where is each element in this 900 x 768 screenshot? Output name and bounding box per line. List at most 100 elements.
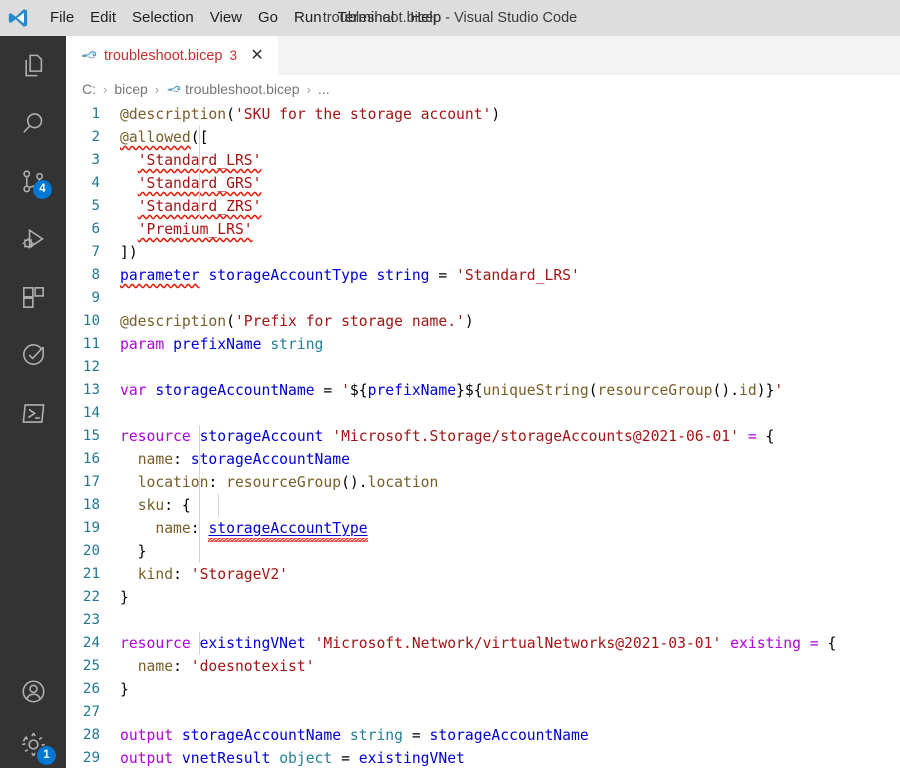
- code-line[interactable]: 16 name: storageAccountName: [66, 448, 900, 471]
- breadcrumb: C: › bicep › troubleshoot.bicep › ...: [66, 75, 900, 103]
- breadcrumb-item-drive[interactable]: C:: [80, 80, 98, 98]
- menu-edit[interactable]: Edit: [82, 6, 124, 30]
- code-line-text[interactable]: kind: 'StorageV2': [120, 563, 288, 586]
- activity-item-manage-settings[interactable]: 1: [0, 720, 66, 768]
- breadcrumb-item-symbol-ellipsis[interactable]: ...: [316, 80, 332, 98]
- code-line[interactable]: 12: [66, 356, 900, 379]
- code-line[interactable]: 27: [66, 701, 900, 724]
- breadcrumb-item-file[interactable]: troubleshoot.bicep: [164, 80, 301, 98]
- code-line-text[interactable]: 'Standard_ZRS': [120, 195, 261, 218]
- code-line-text[interactable]: }: [120, 540, 147, 563]
- code-line[interactable]: 11param prefixName string: [66, 333, 900, 356]
- code-token: existingVNet: [200, 635, 306, 652]
- code-token: }: [120, 681, 129, 698]
- code-token: 'Microsoft.Storage/storageAccounts@2021-…: [332, 428, 739, 445]
- activity-item-run-and-debug[interactable]: [0, 210, 66, 268]
- title-bar: File Edit Selection View Go Run Terminal…: [0, 0, 900, 36]
- code-token: @description: [120, 313, 226, 330]
- code-line[interactable]: 20 }: [66, 540, 900, 563]
- editor-text-area[interactable]: 1@description('SKU for the storage accou…: [66, 103, 900, 768]
- vscode-logo-icon: [0, 0, 36, 36]
- code-line[interactable]: 7]): [66, 241, 900, 264]
- code-line[interactable]: 10@description('Prefix for storage name.…: [66, 310, 900, 333]
- breadcrumb-file-label: troubleshoot.bicep: [185, 81, 299, 97]
- code-token: }: [120, 589, 129, 606]
- code-line[interactable]: 9: [66, 287, 900, 310]
- menu-file[interactable]: File: [42, 6, 82, 30]
- activity-item-testing[interactable]: [0, 326, 66, 384]
- code-line[interactable]: 2@allowed([: [66, 126, 900, 149]
- code-line-text[interactable]: sku: {: [120, 494, 191, 517]
- code-token: name: [138, 658, 173, 675]
- code-line[interactable]: 25 name: 'doesnotexist': [66, 655, 900, 678]
- code-line[interactable]: 13var storageAccountName = '${prefixName…: [66, 379, 900, 402]
- code-line[interactable]: 22}: [66, 586, 900, 609]
- code-line-text[interactable]: location: resourceGroup().location: [120, 471, 438, 494]
- code-line-text[interactable]: ]): [120, 241, 138, 264]
- code-token: [757, 428, 766, 445]
- code-line[interactable]: 5 'Standard_ZRS': [66, 195, 900, 218]
- activity-item-search[interactable]: [0, 94, 66, 152]
- activity-item-source-control[interactable]: 4: [0, 152, 66, 210]
- close-icon[interactable]: ✕: [246, 45, 268, 67]
- code-line-text[interactable]: @description('Prefix for storage name.'): [120, 310, 474, 333]
- code-line-text[interactable]: }: [120, 678, 129, 701]
- code-line-text[interactable]: param prefixName string: [120, 333, 323, 356]
- code-line-text[interactable]: parameter storageAccountType string = 'S…: [120, 264, 580, 287]
- code-line[interactable]: 1@description('SKU for the storage accou…: [66, 103, 900, 126]
- code-line[interactable]: 21 kind: 'StorageV2': [66, 563, 900, 586]
- activity-item-explorer[interactable]: [0, 36, 66, 94]
- menu-help[interactable]: Help: [402, 6, 449, 30]
- code-line-text[interactable]: name: 'doesnotexist': [120, 655, 315, 678]
- code-line-text[interactable]: resource storageAccount 'Microsoft.Stora…: [120, 425, 774, 448]
- bicep-file-icon: [166, 82, 181, 97]
- breadcrumb-item-folder[interactable]: bicep: [112, 80, 149, 98]
- code-line[interactable]: 4 'Standard_GRS': [66, 172, 900, 195]
- menu-terminal[interactable]: Terminal: [330, 6, 403, 30]
- code-line[interactable]: 18 sku: {: [66, 494, 900, 517]
- code-line[interactable]: 26}: [66, 678, 900, 701]
- code-token: prefixName: [173, 336, 261, 353]
- code-line-text[interactable]: resource existingVNet 'Microsoft.Network…: [120, 632, 836, 655]
- code-line[interactable]: 3 'Standard_LRS': [66, 149, 900, 172]
- menu-view[interactable]: View: [202, 6, 250, 30]
- code-line[interactable]: 6 'Premium_LRS': [66, 218, 900, 241]
- code-line[interactable]: 24resource existingVNet 'Microsoft.Netwo…: [66, 632, 900, 655]
- code-line[interactable]: 15resource storageAccount 'Microsoft.Sto…: [66, 425, 900, 448]
- menu-run[interactable]: Run: [286, 6, 330, 30]
- code-line[interactable]: 17 location: resourceGroup().location: [66, 471, 900, 494]
- code-line[interactable]: 8parameter storageAccountType string = '…: [66, 264, 900, 287]
- code-token: {: [182, 497, 191, 514]
- code-line[interactable]: 19 name: storageAccountType: [66, 517, 900, 540]
- tab-troubleshoot-bicep[interactable]: troubleshoot.bicep 3 ✕: [66, 36, 279, 75]
- activity-item-accounts[interactable]: [0, 662, 66, 720]
- code-line-text[interactable]: output vnetResult object = existingVNet: [120, 747, 465, 768]
- code-line-text[interactable]: }: [120, 586, 129, 609]
- code-line-text[interactable]: 'Premium_LRS': [120, 218, 253, 241]
- code-line[interactable]: 29output vnetResult object = existingVNe…: [66, 747, 900, 768]
- code-line-text[interactable]: name: storageAccountName: [120, 448, 350, 471]
- code-token: string: [270, 336, 323, 353]
- code-line[interactable]: 14: [66, 402, 900, 425]
- code-token: :: [164, 497, 182, 514]
- activity-item-terminal-view[interactable]: [0, 384, 66, 442]
- activity-item-extensions[interactable]: [0, 268, 66, 326]
- code-line-text[interactable]: var storageAccountName = '${prefixName}$…: [120, 379, 783, 402]
- line-number: 28: [66, 724, 120, 747]
- code-content[interactable]: 1@description('SKU for the storage accou…: [66, 103, 900, 768]
- menu-go[interactable]: Go: [250, 6, 286, 30]
- code-line[interactable]: 23: [66, 609, 900, 632]
- code-token: [801, 635, 810, 652]
- code-line-text[interactable]: 'Standard_GRS': [120, 172, 261, 195]
- code-token: :: [208, 474, 226, 491]
- activity-bar-bottom-group: 1: [0, 662, 66, 768]
- code-line-text[interactable]: @allowed([: [120, 126, 208, 149]
- code-line[interactable]: 28output storageAccountName string = sto…: [66, 724, 900, 747]
- menu-selection[interactable]: Selection: [124, 6, 202, 30]
- code-token: [120, 152, 138, 169]
- code-line-text[interactable]: name: storageAccountType: [120, 517, 368, 540]
- line-number: 24: [66, 632, 120, 655]
- code-line-text[interactable]: 'Standard_LRS': [120, 149, 261, 172]
- code-line-text[interactable]: output storageAccountName string = stora…: [120, 724, 589, 747]
- code-line-text[interactable]: @description('SKU for the storage accoun…: [120, 103, 500, 126]
